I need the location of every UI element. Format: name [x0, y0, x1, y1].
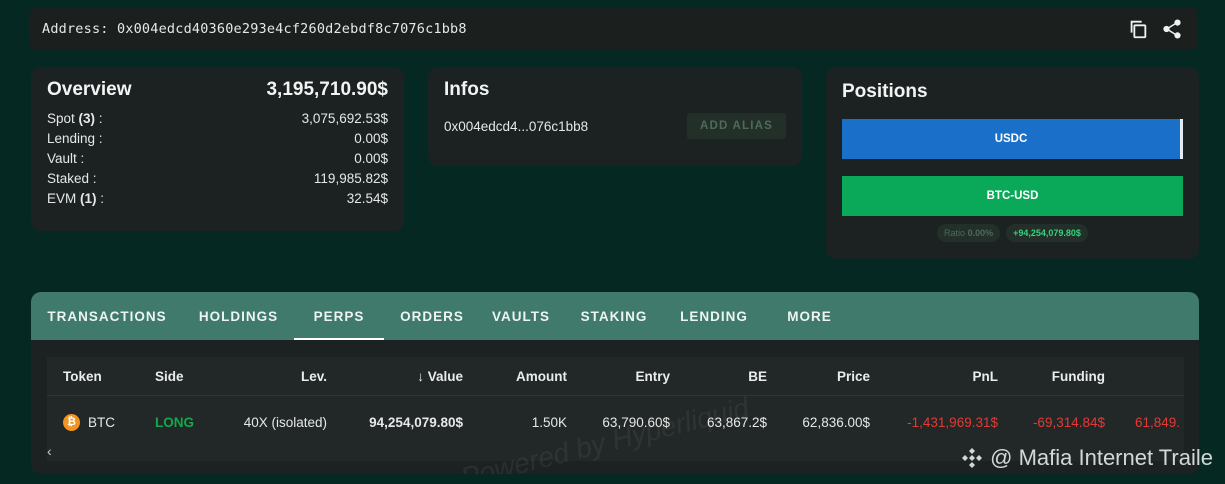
overview-row-spot: Spot (3) : 3,075,692.53$ [47, 109, 388, 129]
price-cell: 62,836.00$ [802, 414, 870, 430]
overview-row-value: 0.00$ [354, 151, 388, 166]
overview-row-count: (3) [78, 111, 96, 126]
perps-table: Powered by Hyperliquid Token Side Lev. ↓… [47, 357, 1184, 474]
bitcoin-icon: ₿ [63, 413, 80, 431]
pnl-badge: +94,254,079.80$ [1006, 224, 1088, 242]
ratio-value: 0.00% [967, 228, 994, 238]
tab-lending[interactable]: LENDING [666, 292, 762, 340]
tab-bar: TRANSACTIONS HOLDINGS PERPS ORDERS VAULT… [31, 292, 1199, 340]
table-row[interactable]: ₿ BTC LONG 40X (isolated) 94,254,079.80$… [47, 396, 1184, 448]
table-header: Token Side Lev. ↓ Value Amount Entry BE … [47, 357, 1184, 396]
overview-row-label: Spot [47, 111, 79, 126]
overview-row-evm: EVM (1) : 32.54$ [47, 189, 388, 209]
address-label: Address: 0x004edcd40360e293e4cf260d2ebdf… [42, 21, 467, 37]
overview-row-lending: Lending : 0.00$ [47, 129, 388, 149]
header-price[interactable]: Price [787, 357, 870, 395]
positions-title: Positions [842, 81, 928, 102]
overview-row-label: Vault : [47, 151, 85, 166]
value-cell: 94,254,079.80$ [369, 414, 463, 430]
side-cell: LONG [155, 414, 194, 430]
lev-cell: 40X (isolated) [243, 414, 327, 430]
overview-row-label: Lending : [47, 131, 103, 146]
tab-orders[interactable]: ORDERS [384, 292, 480, 340]
overview-total: 3,195,710.90$ [266, 79, 388, 100]
header-side[interactable]: Side [155, 357, 184, 395]
position-bar-usdc[interactable]: USDC [842, 119, 1183, 159]
be-cell: 63,867.2$ [706, 414, 767, 430]
overview-row-value: 3,075,692.53$ [301, 111, 388, 126]
overview-row-value: 119,985.82$ [313, 171, 388, 186]
funding-cell: -69,314.84$ [1032, 414, 1105, 430]
overview-row-value: 0.00$ [354, 131, 388, 146]
header-entry[interactable]: Entry [587, 357, 670, 395]
tab-vaults[interactable]: VAULTS [480, 292, 562, 340]
copy-icon[interactable] [1126, 17, 1150, 41]
overview-row-label: EVM [47, 191, 81, 206]
header-be[interactable]: BE [687, 357, 767, 395]
details-panel: TRANSACTIONS HOLDINGS PERPS ORDERS VAULT… [31, 292, 1199, 474]
overview-row-label: Staked : [47, 171, 97, 186]
overview-row-count: (1) [80, 191, 97, 206]
address-actions [1126, 17, 1184, 41]
ratio-label: Ratio [944, 228, 966, 238]
positions-card: Positions USDC BTC-USD Ratio 0.00% +94,2… [826, 67, 1199, 259]
extra-cell: 61,849. [1135, 414, 1181, 430]
short-address: 0x004edcd4...076c1bb8 [444, 118, 589, 134]
pnl-cell: -1,431,969.31$ [907, 414, 998, 430]
overview-row-suffix: : [96, 191, 105, 206]
overview-row-staked: Staked : 119,985.82$ [47, 169, 388, 189]
position-tags: Ratio 0.00% +94,254,079.80$ [826, 224, 1199, 242]
address-bar: Address: 0x004edcd40360e293e4cf260d2ebdf… [30, 8, 1198, 50]
tab-holdings[interactable]: HOLDINGS [183, 292, 294, 340]
overview-row-value: 32.54$ [346, 191, 388, 206]
overview-row-suffix: : [95, 111, 103, 126]
infos-card: Infos 0x004edcd4...076c1bb8 ADD ALIAS [428, 67, 802, 166]
overview-row-vault: Vault : 0.00$ [47, 149, 388, 169]
token-cell: ₿ BTC [63, 396, 115, 448]
tab-perps[interactable]: PERPS [294, 292, 384, 340]
add-alias-button[interactable]: ADD ALIAS [687, 113, 786, 139]
infos-title: Infos [444, 79, 490, 100]
entry-cell: 63,790.60$ [602, 414, 670, 430]
tab-more[interactable]: MORE [762, 292, 857, 340]
ratio-badge: Ratio 0.00% [937, 224, 1001, 242]
overview-card: Overview 3,195,710.90$ Spot (3) : 3,075,… [31, 67, 404, 231]
share-icon[interactable] [1160, 17, 1184, 41]
tab-staking[interactable]: STAKING [562, 292, 666, 340]
header-lev[interactable]: Lev. [247, 357, 327, 395]
tab-transactions[interactable]: TRANSACTIONS [31, 292, 183, 340]
header-funding[interactable]: Funding [1025, 357, 1105, 395]
overview-title: Overview [47, 79, 132, 100]
header-amount[interactable]: Amount [487, 357, 567, 395]
amount-cell: 1.50K [531, 414, 567, 430]
token-name: BTC [88, 414, 115, 430]
position-bar-btc-usd[interactable]: BTC-USD [842, 176, 1183, 216]
scroll-left-icon[interactable]: ‹ [47, 443, 52, 459]
header-token[interactable]: Token [63, 357, 102, 395]
header-pnl[interactable]: PnL [917, 357, 999, 395]
header-value[interactable]: ↓ Value [377, 357, 463, 395]
